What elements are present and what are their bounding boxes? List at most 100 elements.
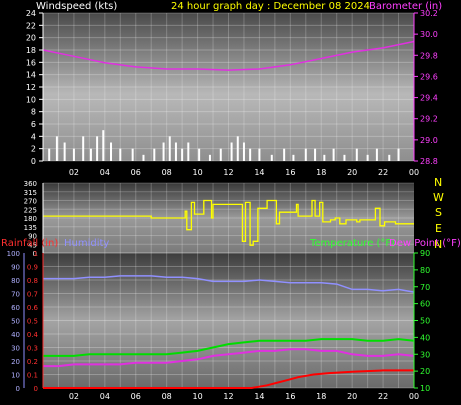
rainfall-tick-label: 0.1 — [27, 372, 38, 380]
windspeed-bar — [388, 154, 391, 161]
windspeed-bar — [208, 154, 211, 161]
windspeed-bar — [292, 154, 295, 161]
temperature-tick-label: 80 — [420, 266, 430, 275]
temperature-tick-label: 10 — [420, 384, 430, 393]
x-tick-label: 02 — [69, 392, 79, 401]
windspeed-bar — [270, 154, 273, 161]
x-tick-label: 20 — [347, 392, 357, 401]
compass-e: E — [435, 222, 442, 235]
barometer-tick-label: 29.0 — [420, 136, 438, 145]
windspeed-tick-label: 6 — [31, 120, 36, 129]
barometer-tick-label: 30.0 — [420, 30, 438, 39]
windspeed-bar — [168, 136, 171, 161]
x-tick-label: 10 — [192, 168, 202, 177]
windspeed-bar — [219, 148, 222, 161]
windspeed-tick-label: 0 — [31, 157, 36, 166]
direction-tick-label: 180 — [24, 215, 37, 223]
windspeed-bar — [72, 148, 75, 161]
x-tick-label: 08 — [162, 168, 172, 177]
humidity-tick-label: 30 — [11, 345, 20, 353]
windspeed-bar — [198, 148, 201, 161]
x-tick-label: 04 — [100, 392, 110, 401]
humidity-tick-label: 100 — [7, 250, 20, 258]
rainfall-tick-label: 0.7 — [27, 291, 38, 299]
windspeed-bar — [131, 148, 134, 161]
temperature-tick-label: 60 — [420, 300, 430, 309]
windspeed-bar — [174, 142, 177, 161]
x-tick-label: 18 — [316, 168, 326, 177]
direction-tick-label: 315 — [24, 189, 37, 197]
rainfall-tick-label: 1 — [34, 250, 38, 258]
x-tick-label: 12 — [223, 392, 233, 401]
windspeed-tick-label: 20 — [26, 34, 36, 43]
x-tick-label: 22 — [378, 168, 388, 177]
humidity-tick-label: 20 — [11, 358, 20, 366]
temperature-tick-label: 90 — [420, 249, 430, 258]
windspeed-bar — [110, 142, 113, 161]
windspeed-bar — [162, 142, 165, 161]
weather-graph-svg: Windspeed (kts) 24 hour graph day : Dece… — [1, 1, 461, 401]
windspeed-bar — [355, 148, 358, 161]
windspeed-bar — [343, 154, 346, 161]
windspeed-tick-label: 4 — [31, 132, 36, 141]
windspeed-bar — [230, 142, 233, 161]
x-tick-label: 16 — [285, 168, 295, 177]
windspeed-bar — [48, 148, 51, 161]
windspeed-tick-label: 14 — [26, 71, 36, 80]
windspeed-bar — [242, 142, 245, 161]
barometer-tick-label: 29.8 — [420, 51, 438, 60]
rainfall-title: Rainfall (in) — [1, 238, 58, 249]
x-tick-label: 10 — [192, 392, 202, 401]
windspeed-bar — [119, 148, 122, 161]
temperature-title: Temperature (°F) — [309, 238, 395, 249]
barometer-tick-label: 30.2 — [420, 9, 438, 18]
compass-s: S — [435, 206, 442, 219]
x-tick-label: 14 — [254, 168, 264, 177]
humidity-tick-label: 0 — [16, 385, 20, 393]
x-tick-label: 00 — [409, 392, 419, 401]
barometer-tick-label: 29.4 — [420, 94, 438, 103]
graph-date-title: 24 hour graph day : December 08 2024 — [171, 1, 370, 12]
compass-w: W — [433, 191, 444, 204]
direction-tick-label: 225 — [24, 206, 37, 214]
humidity-tick-label: 70 — [11, 291, 20, 299]
windspeed-bar — [323, 154, 326, 161]
temperature-tick-label: 40 — [420, 333, 430, 342]
x-tick-label: 00 — [409, 168, 419, 177]
x-tick-label: 02 — [69, 168, 79, 177]
barometer-tick-label: 29.6 — [420, 72, 438, 81]
windspeed-tick-label: 12 — [26, 83, 36, 92]
windspeed-tick-label: 10 — [26, 95, 36, 104]
x-tick-label: 14 — [254, 392, 264, 401]
windspeed-bar — [96, 136, 99, 161]
direction-tick-label: 135 — [24, 224, 37, 232]
compass-n-top: N — [434, 176, 442, 189]
x-tick-label: 22 — [378, 392, 388, 401]
windspeed-bar — [283, 148, 286, 161]
rainfall-tick-label: 0.5 — [27, 318, 38, 326]
rainfall-tick-label: 0.3 — [27, 345, 38, 353]
windspeed-bar — [236, 136, 239, 161]
humidity-tick-label: 90 — [11, 264, 20, 272]
windspeed-bar — [304, 148, 307, 161]
rainfall-tick-label: 0 — [34, 385, 38, 393]
x-tick-label: 18 — [316, 392, 326, 401]
x-tick-label: 08 — [162, 392, 172, 401]
windspeed-bar — [375, 148, 378, 161]
windspeed-tick-label: 22 — [26, 21, 36, 30]
x-tick-label: 06 — [131, 392, 141, 401]
temperature-tick-label: 50 — [420, 317, 430, 326]
windspeed-tick-label: 24 — [26, 9, 36, 18]
x-tick-label: 12 — [223, 168, 233, 177]
windspeed-tick-label: 8 — [31, 108, 36, 117]
temperature-tick-label: 70 — [420, 283, 430, 292]
rainfall-tick-label: 0.6 — [27, 304, 39, 312]
rainfall-tick-label: 0.9 — [27, 264, 38, 272]
direction-tick-label: 360 — [24, 180, 37, 188]
humidity-tick-label: 80 — [11, 277, 20, 285]
rainfall-tick-label: 0.2 — [27, 358, 38, 366]
windspeed-bar — [366, 154, 369, 161]
windspeed-tick-label: 16 — [26, 58, 36, 67]
windspeed-bar — [55, 136, 58, 161]
x-tick-label: 06 — [131, 168, 141, 177]
